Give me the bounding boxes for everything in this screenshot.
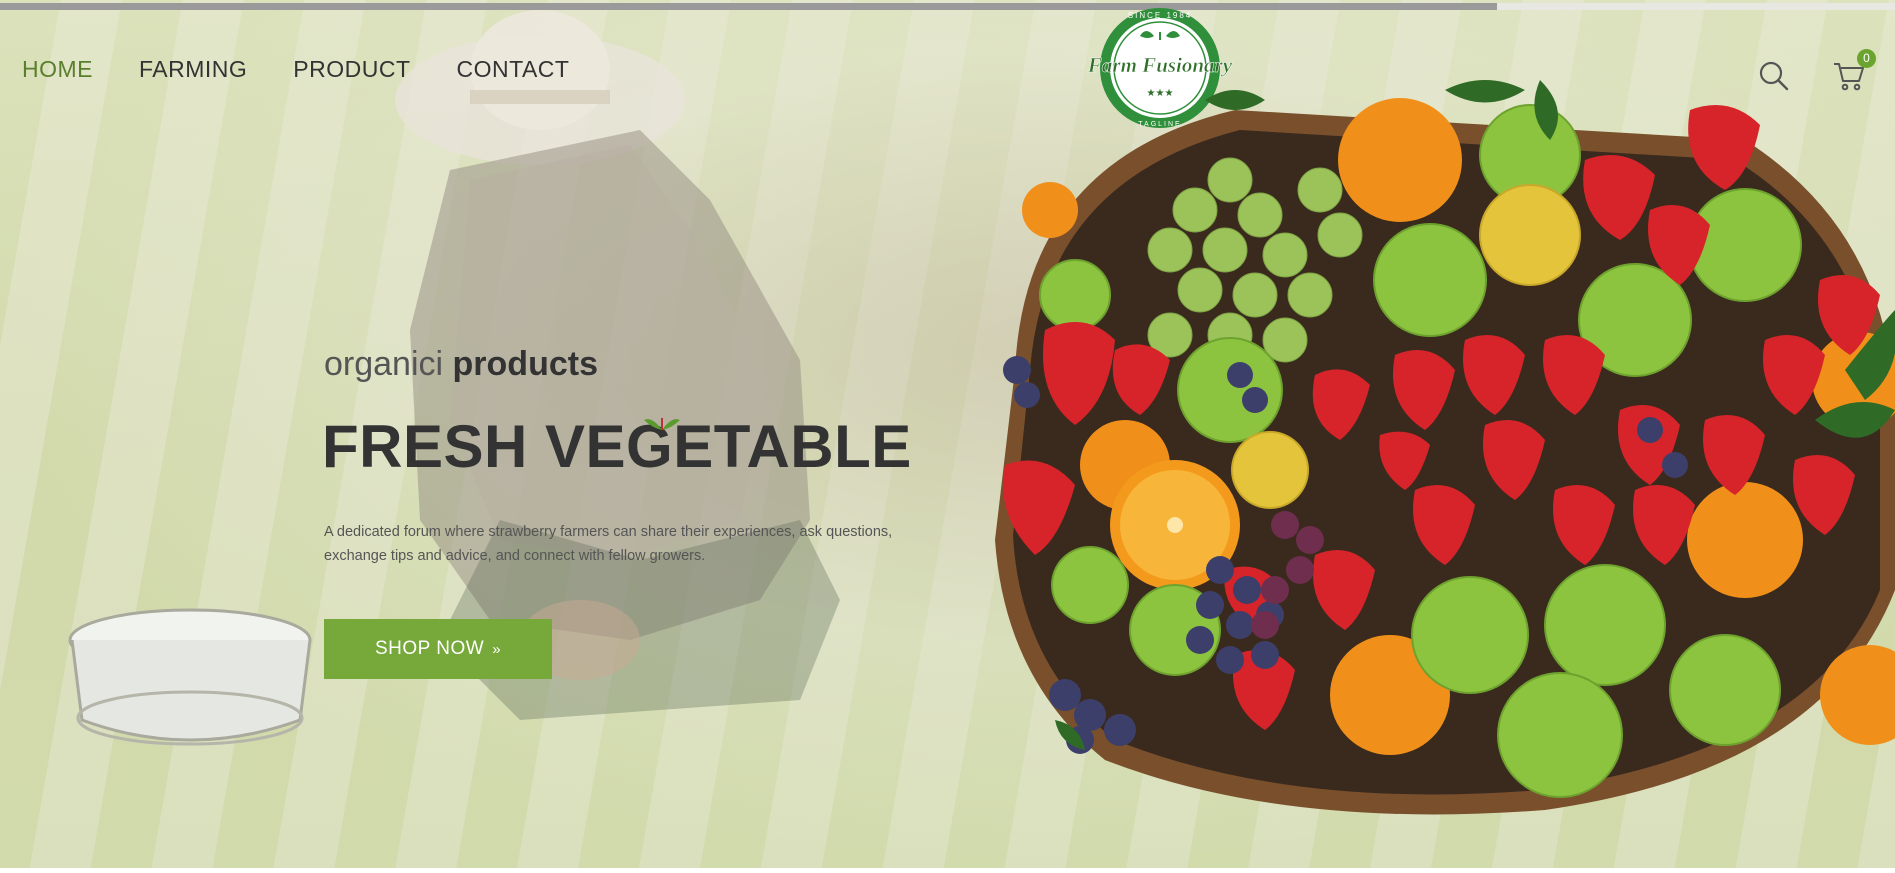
- hero-subtitle-bold: products: [452, 345, 598, 383]
- scroll-progress-fill: [0, 3, 1498, 10]
- shop-now-label: SHOP NOW: [374, 638, 485, 659]
- cart-count-badge: 0: [1857, 49, 1876, 68]
- nav-item-product[interactable]: PRODUCT: [293, 56, 410, 83]
- logo-top-text: SINCE 1984: [1128, 11, 1192, 20]
- hero-subtitle-light: organici: [324, 345, 444, 383]
- page-bottom-edge: [0, 868, 1895, 873]
- hero-description: A dedicated forum where strawberry farme…: [324, 524, 893, 564]
- basin-image: [68, 608, 312, 746]
- nav-item-home[interactable]: HOME: [22, 56, 93, 83]
- shop-now-button[interactable]: SHOP NOW »: [324, 619, 552, 679]
- scroll-progress-bar: [0, 3, 1895, 10]
- nav-item-farming[interactable]: FARMING: [139, 56, 247, 83]
- hero-headline: FRESH VEGETABLE: [322, 413, 912, 480]
- nav-item-contact[interactable]: CONTACT: [457, 56, 570, 83]
- leaf-icon: [644, 418, 680, 430]
- fruit-bowl-image: [995, 80, 1895, 815]
- hero-subtitle: organici products: [324, 345, 598, 384]
- double-chevron-right-icon: »: [492, 640, 502, 658]
- main-nav: HOME FARMING PRODUCT CONTACT: [22, 56, 569, 83]
